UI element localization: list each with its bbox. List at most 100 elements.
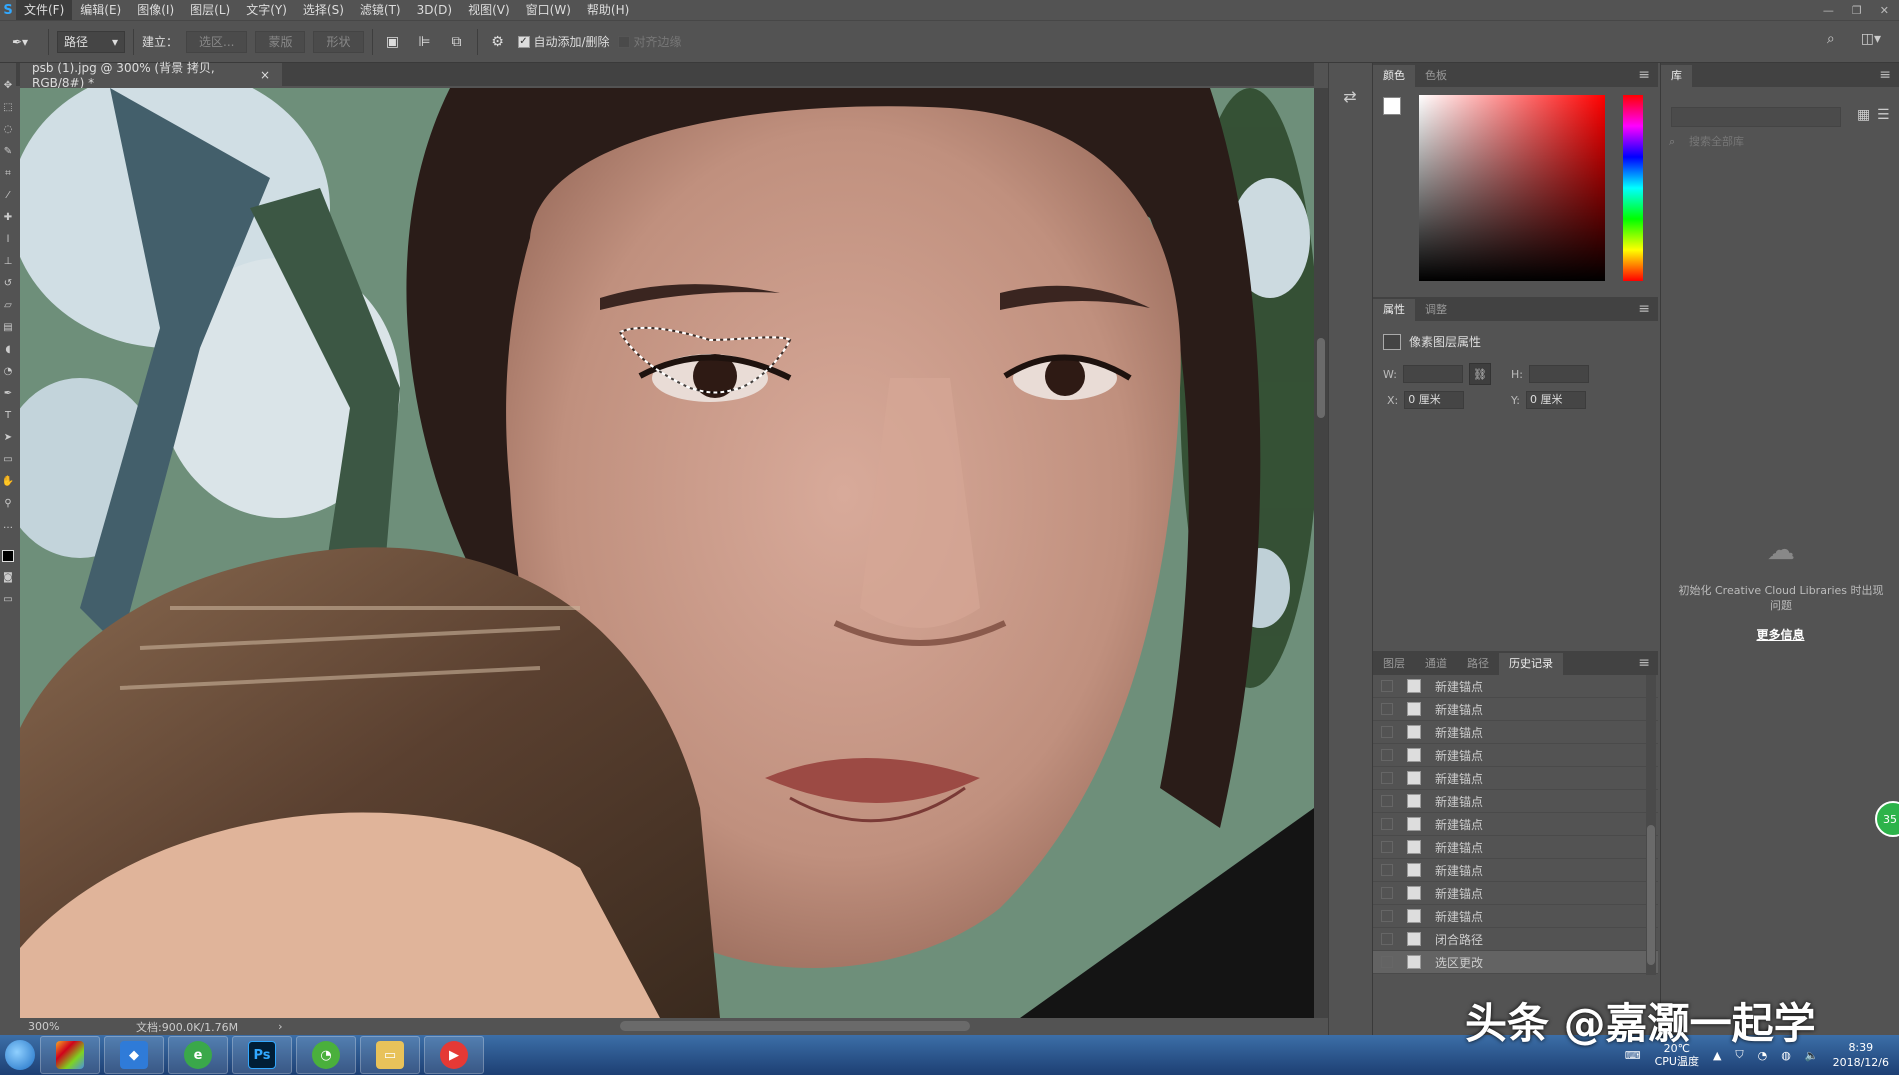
menu-select[interactable]: 选择(S) (295, 0, 352, 20)
start-button[interactable] (0, 1035, 40, 1075)
history-item[interactable]: 闭合路径 (1373, 928, 1658, 951)
panel-menu-icon[interactable]: ≡ (1638, 67, 1650, 83)
history-checkbox[interactable] (1381, 864, 1393, 876)
history-item[interactable]: 新建锚点 (1373, 882, 1658, 905)
lasso-tool-icon[interactable]: ◌ (2, 122, 14, 136)
history-scrollbar[interactable] (1646, 675, 1656, 975)
minimize-icon[interactable]: — (1823, 4, 1834, 17)
history-checkbox[interactable] (1381, 887, 1393, 899)
taskbar-app-1[interactable] (40, 1036, 100, 1074)
menu-help[interactable]: 帮助(H) (579, 0, 637, 20)
menu-image[interactable]: 图像(I) (129, 0, 182, 20)
restore-icon[interactable]: ❐ (1852, 4, 1862, 17)
taskbar-wechat[interactable]: ◔ (296, 1036, 356, 1074)
tab-adjustments[interactable]: 调整 (1415, 299, 1457, 321)
path-select-tool-icon[interactable]: ➤ (2, 430, 14, 444)
library-select[interactable] (1671, 107, 1841, 127)
history-item[interactable]: 新建锚点 (1373, 698, 1658, 721)
history-item[interactable]: 新建锚点 (1373, 859, 1658, 882)
foreground-swatch[interactable] (2, 550, 14, 562)
auto-add-delete-checkbox[interactable]: ✓ 自动添加/删除 (517, 33, 610, 50)
y-field[interactable]: 0 厘米 (1525, 391, 1586, 409)
pen-tool-preset-icon[interactable]: ✒▾ (0, 30, 40, 54)
clone-stamp-tool-icon[interactable]: ⊥ (2, 254, 14, 268)
history-item[interactable]: 新建锚点 (1373, 767, 1658, 790)
menu-view[interactable]: 视图(V) (460, 0, 518, 20)
document-tab[interactable]: psb (1).jpg @ 300% (背景 拷贝, RGB/8#) * × (20, 61, 282, 90)
vertical-scrollbar[interactable] (1314, 88, 1328, 1018)
dodge-tool-icon[interactable]: ◔ (2, 364, 14, 378)
eyedropper-tool-icon[interactable]: ⁄ (2, 188, 14, 202)
menu-type[interactable]: 文字(Y) (238, 0, 295, 20)
clock[interactable]: 8:39 2018/12/6 (1833, 1040, 1889, 1070)
notification-badge[interactable]: 35 (1875, 801, 1899, 837)
history-checkbox[interactable] (1381, 910, 1393, 922)
taskbar-media[interactable]: ▶ (424, 1036, 484, 1074)
align-edges-checkbox[interactable]: 对齐边缘 (617, 33, 682, 50)
history-checkbox[interactable] (1381, 818, 1393, 830)
tab-channels[interactable]: 通道 (1415, 653, 1457, 675)
zoom-tool-icon[interactable]: ⚲ (2, 496, 14, 510)
gradient-tool-icon[interactable]: ▤ (2, 320, 14, 334)
history-brush-tool-icon[interactable]: ↺ (2, 276, 14, 290)
panel-menu-icon[interactable]: ≡ (1879, 67, 1891, 83)
history-item[interactable]: 新建锚点 (1373, 905, 1658, 928)
history-item[interactable]: 新建锚点 (1373, 836, 1658, 859)
history-checkbox[interactable] (1381, 841, 1393, 853)
menu-layer[interactable]: 图层(L) (182, 0, 238, 20)
make-shape-button[interactable]: 形状 (313, 30, 364, 53)
history-checkbox[interactable] (1381, 726, 1393, 738)
history-checkbox[interactable] (1381, 795, 1393, 807)
foreground-color[interactable] (1383, 97, 1401, 115)
history-checkbox[interactable] (1381, 772, 1393, 784)
hue-slider[interactable] (1623, 95, 1643, 281)
library-search-input[interactable]: 搜索全部库 (1671, 133, 1891, 153)
grid-view-icon[interactable]: ▦ (1857, 107, 1870, 123)
close-icon[interactable]: ✕ (1880, 4, 1889, 17)
pen-mode-select[interactable]: 路径 ▾ (57, 30, 125, 53)
menu-edit[interactable]: 编辑(E) (72, 0, 129, 20)
canvas[interactable] (20, 88, 1314, 1018)
history-checkbox[interactable] (1381, 933, 1393, 945)
taskbar-explorer[interactable]: ▭ (360, 1036, 420, 1074)
horizontal-scroll-thumb[interactable] (620, 1021, 970, 1031)
make-selection-button[interactable]: 选区... (186, 30, 248, 53)
shape-tool-icon[interactable]: ▭ (2, 452, 14, 466)
taskbar-app-2[interactable]: ◆ (104, 1036, 164, 1074)
menu-filter[interactable]: 滤镜(T) (352, 0, 409, 20)
path-alignment-icon[interactable]: ⊫ (413, 30, 437, 54)
healing-brush-tool-icon[interactable]: ✚ (2, 210, 14, 224)
tab-history[interactable]: 历史记录 (1499, 653, 1563, 675)
history-checkbox[interactable] (1381, 956, 1393, 968)
height-field[interactable] (1528, 365, 1589, 383)
history-checkbox[interactable] (1381, 703, 1393, 715)
type-tool-icon[interactable]: T (2, 408, 14, 422)
path-operations-icon[interactable]: ▣ (381, 30, 405, 54)
scroll-thumb[interactable] (1317, 338, 1325, 418)
history-checkbox[interactable] (1381, 749, 1393, 761)
hand-tool-icon[interactable]: ✋ (2, 474, 14, 488)
zoom-level[interactable]: 300% (20, 1020, 76, 1033)
tab-layers[interactable]: 图层 (1373, 653, 1415, 675)
screen-mode-icon[interactable]: ▭ (2, 592, 14, 606)
history-item[interactable]: 新建锚点 (1373, 790, 1658, 813)
tab-color[interactable]: 颜色 (1373, 65, 1415, 87)
tab-properties[interactable]: 属性 (1373, 299, 1415, 321)
menu-3d[interactable]: 3D(D) (409, 0, 460, 20)
make-mask-button[interactable]: 蒙版 (255, 30, 306, 53)
path-arrangement-icon[interactable]: ⧉ (445, 30, 469, 54)
history-item[interactable]: 新建锚点 (1373, 721, 1658, 744)
expand-arrow-icon[interactable]: › (278, 1020, 282, 1033)
panel-menu-icon[interactable]: ≡ (1638, 301, 1650, 317)
scroll-thumb[interactable] (1647, 825, 1655, 965)
workspace-icon[interactable]: ◫▾ (1861, 31, 1881, 47)
fg-bg-swatches[interactable] (1383, 97, 1411, 125)
tab-swatches[interactable]: 色板 (1415, 65, 1457, 87)
history-item[interactable]: 新建锚点 (1373, 813, 1658, 836)
link-icon[interactable]: ⛓ (1468, 363, 1491, 385)
taskbar-app-3[interactable]: e (168, 1036, 228, 1074)
quick-mask-icon[interactable]: ◙ (2, 570, 14, 584)
tab-paths[interactable]: 路径 (1457, 653, 1499, 675)
list-view-icon[interactable]: ☰ (1877, 107, 1890, 123)
search-icon[interactable]: ⌕ (1827, 31, 1835, 47)
